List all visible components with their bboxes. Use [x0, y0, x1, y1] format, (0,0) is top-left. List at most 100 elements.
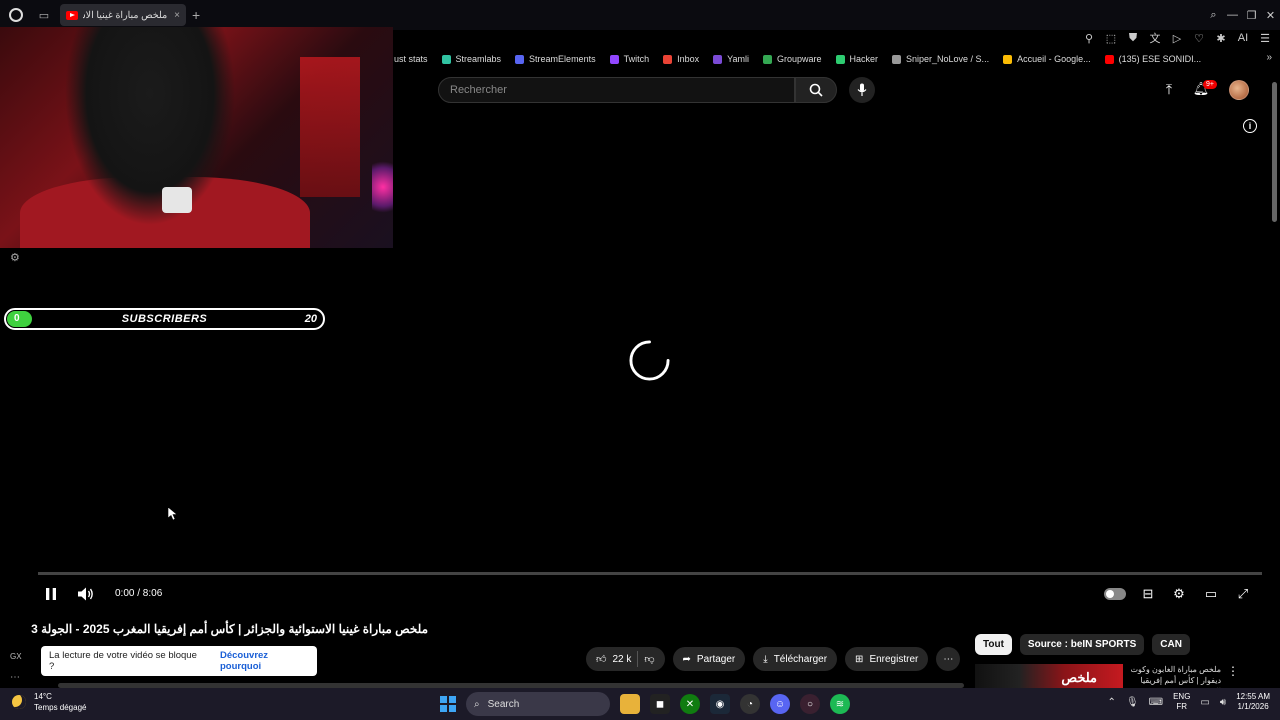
translate-icon[interactable]: 文 [1148, 31, 1162, 45]
download-icon: ⤓ [763, 653, 768, 665]
voice-search-button[interactable] [849, 77, 875, 103]
bookmark-item[interactable]: StreamElements [515, 54, 596, 64]
bookmark-label: ust stats [394, 54, 428, 64]
screenshot-icon[interactable]: ⬚ [1104, 31, 1118, 45]
play-icon[interactable]: ▷ [1170, 31, 1184, 45]
like-icon[interactable]: 👍︎ [596, 653, 606, 665]
bookmark-item[interactable]: Hacker [835, 54, 878, 64]
bookmark-label: (135) ESE SONIDI... [1118, 54, 1202, 64]
minimize-icon[interactable]: — [1223, 0, 1242, 30]
thumbnail-text: ملخص [1061, 670, 1097, 685]
chip-can[interactable]: CAN [1152, 634, 1190, 655]
playback-issue-toast: La lecture de votre vidéo se bloque ? Dé… [41, 646, 317, 676]
epic-games-icon[interactable]: ◼ [650, 694, 670, 714]
subscriber-goal-target: 20 [304, 313, 317, 325]
bookmark-item[interactable]: Streamlabs [441, 54, 501, 64]
bookmark-icon[interactable]: ⚲ [1082, 31, 1096, 45]
steam-icon[interactable]: ◉ [710, 694, 730, 714]
gx-sidebar-label[interactable]: GX [10, 652, 22, 661]
browser-tab-active[interactable]: ملخص مباراة غينيا الاستوائية (57) × [60, 4, 186, 26]
new-tab-button[interactable]: + [192, 7, 208, 23]
chip-all[interactable]: Tout [975, 634, 1012, 655]
taskbar-search[interactable]: ⌕ Search [466, 692, 610, 716]
bookmarks-more-icon[interactable]: » [1266, 52, 1272, 63]
bookmark-item[interactable]: Groupware [762, 54, 822, 64]
bookmark-favicon-icon [835, 54, 845, 64]
shield-icon[interactable]: ⛊ [1126, 31, 1140, 45]
subtitles-icon[interactable]: ⊟ [1140, 585, 1156, 603]
search-button[interactable] [795, 77, 837, 103]
share-button[interactable]: ➦ Partager [672, 647, 746, 671]
close-window-icon[interactable]: ✕ [1261, 0, 1280, 30]
info-icon[interactable]: i [1243, 119, 1257, 133]
loading-spinner-icon [629, 340, 670, 381]
recommended-menu-icon[interactable]: ⋮ [1227, 664, 1239, 690]
overlay-settings-icon[interactable]: ⚙ [10, 251, 22, 264]
taskbar-search-icon: ⌕ [474, 698, 480, 710]
discord-icon[interactable]: ☺ [770, 694, 790, 714]
autoplay-toggle[interactable] [1104, 588, 1126, 600]
tab-close-icon[interactable]: × [174, 10, 180, 21]
upload-icon[interactable]: ⤒ [1161, 80, 1177, 98]
bookmark-favicon-icon [663, 54, 673, 64]
theater-mode-icon[interactable]: ▭ [1203, 585, 1219, 603]
bookmark-item[interactable]: Inbox [663, 54, 699, 64]
heart-icon[interactable]: ♡ [1192, 31, 1206, 45]
taskbar-clock[interactable]: 12:55 AM 1/1/2026 [1236, 692, 1270, 712]
restore-icon[interactable]: ❐ [1242, 0, 1261, 30]
tab-workspaces-icon[interactable]: ▭ [32, 0, 56, 30]
bookmark-item[interactable]: Yamli [713, 54, 749, 64]
bookmark-item[interactable]: (135) ESE SONIDI... [1104, 54, 1202, 64]
bookmark-favicon-icon [441, 54, 451, 64]
bookmark-item[interactable]: Twitch [609, 54, 649, 64]
file-explorer-icon[interactable] [620, 694, 640, 714]
fullscreen-icon[interactable]: ⤢ [1235, 585, 1251, 603]
user-avatar[interactable] [1229, 80, 1249, 100]
more-actions-button[interactable]: ⋯ [936, 647, 961, 671]
vertical-scrollbar[interactable] [1272, 82, 1277, 222]
like-count[interactable]: 22 k [612, 654, 631, 665]
language-indicator[interactable]: ENG FR [1173, 692, 1190, 712]
opera-gx-logo-icon[interactable] [0, 0, 32, 30]
menu-icon[interactable]: ☰ [1258, 31, 1272, 45]
settings-gear-icon[interactable]: ⚙ [1171, 585, 1187, 603]
video-progress-bar[interactable] [38, 572, 1262, 575]
ai-icon[interactable]: AI [1236, 31, 1250, 45]
pause-button[interactable] [44, 585, 58, 603]
volume-tray-icon[interactable]: 🔊︎ [1220, 697, 1226, 708]
volume-icon [78, 587, 93, 601]
spotify-icon[interactable]: ≋ [830, 694, 850, 714]
toast-learn-more-link[interactable]: Découvrez pourquoi [220, 650, 309, 672]
keyboard-icon[interactable]: ⌨ [1149, 697, 1163, 708]
dislike-icon[interactable]: 👎︎ [644, 653, 654, 665]
gx-sidebar-more-icon[interactable]: ⋯ [10, 672, 20, 683]
system-tray: ⌃ 🎙︎ ⌨ ENG FR ▭ 🔊︎ 12:55 AM 1/1/2026 [1108, 692, 1270, 712]
weather-temperature: 14°C [34, 692, 52, 701]
save-button[interactable]: ⊞ Enregistrer [845, 647, 929, 671]
microphone-tray-icon[interactable]: 🎙︎ [1126, 697, 1139, 708]
search-input[interactable]: Rechercher [438, 77, 795, 103]
chip-source-bein[interactable]: Source : beIN SPORTS [1019, 634, 1145, 655]
bookmark-item[interactable]: Sniper_NoLove / S... [892, 54, 989, 64]
recommended-video[interactable]: ملخص ملخص مباراة الغابون وكوت ديفوار | ك… [975, 664, 1245, 690]
bookmark-favicon-icon [1104, 54, 1114, 64]
windows-start-icon[interactable] [440, 696, 456, 712]
obs-icon[interactable]: ◔ [740, 694, 760, 714]
opera-gx-taskbar-icon[interactable]: ○ [800, 694, 820, 714]
extensions-icon[interactable]: ✱ [1214, 31, 1228, 45]
recommended-title[interactable]: ملخص مباراة الغابون وكوت ديفوار | كأس أم… [1129, 664, 1221, 688]
download-button[interactable]: ⤓ Télécharger [753, 647, 838, 671]
bookmark-item[interactable]: Accueil - Google... [1003, 54, 1091, 64]
weather-widget[interactable]: 14°C Temps dégagé [12, 691, 86, 713]
tray-overflow-icon[interactable]: ⌃ [1108, 697, 1116, 708]
save-icon: ⊞ [855, 653, 864, 665]
search-icon [809, 83, 823, 97]
tab-search-icon[interactable]: ⌕ [1204, 0, 1223, 30]
windows-taskbar: 14°C Temps dégagé ⌕ Search ◼ ✕ ◉ ◔ ☺ ○ ≋… [0, 688, 1280, 720]
display-icon[interactable]: ▭ [1200, 697, 1209, 708]
share-label: Partager [696, 653, 736, 665]
bookmark-favicon-icon [892, 54, 902, 64]
volume-button[interactable] [77, 585, 95, 603]
recommended-thumbnail[interactable]: ملخص [975, 664, 1123, 690]
xbox-icon[interactable]: ✕ [680, 694, 700, 714]
